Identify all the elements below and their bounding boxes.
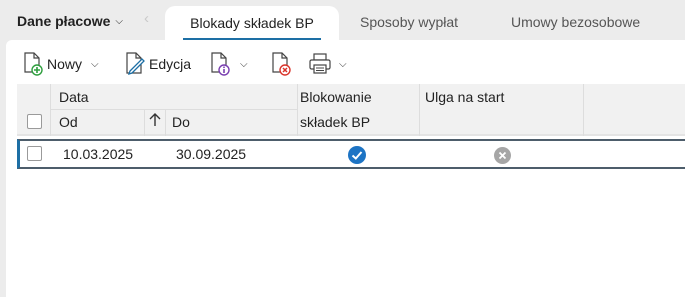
- edit-button[interactable]: Edycja: [124, 52, 191, 76]
- tab-sposoby-wyplat[interactable]: Sposoby wypłat: [360, 14, 458, 30]
- delete-document-icon: [270, 52, 292, 76]
- tab-label: Blokady składek BP: [190, 15, 314, 31]
- tab-blokady-skladek[interactable]: Blokady składek BP: [165, 6, 339, 40]
- header-divider: [50, 109, 297, 110]
- sort-arrow-up-icon[interactable]: [148, 112, 162, 131]
- chevron-down-icon: ⌵: [115, 15, 123, 27]
- document-info-icon: [209, 52, 231, 76]
- select-all-checkbox[interactable]: [27, 114, 42, 129]
- edit-button-label: Edycja: [149, 56, 192, 72]
- header-col-blokowanie[interactable]: Blokowanie: [300, 89, 372, 105]
- column-divider: [297, 84, 298, 136]
- column-divider: [144, 110, 145, 136]
- dropdown-label: Dane płacowe: [17, 13, 111, 29]
- tab-umowy-bezosobowe[interactable]: Umowy bezosobowe: [511, 14, 640, 30]
- delete-button[interactable]: [270, 52, 292, 76]
- row-checkbox[interactable]: [27, 146, 42, 161]
- column-divider: [583, 84, 584, 136]
- toolbar: Nowy ⌵ Edycja ⌵ ⌵: [6, 40, 685, 84]
- cell-do: 30.09.2025: [176, 146, 247, 162]
- dane-placowe-dropdown[interactable]: Dane płacowe ⌵: [17, 13, 123, 29]
- tab-bar: Dane płacowe ⌵ ‹ Blokady składek BP Spos…: [0, 0, 685, 40]
- data-grid: Data Od Do Blokowanie składek BP Ulga na…: [17, 84, 685, 169]
- chevron-down-icon[interactable]: ⌵: [91, 59, 99, 70]
- column-divider: [419, 84, 420, 136]
- new-button[interactable]: Nowy ⌵: [22, 52, 99, 76]
- chevron-down-icon[interactable]: ⌵: [339, 59, 347, 70]
- details-button[interactable]: ⌵: [209, 52, 248, 76]
- header-col-do[interactable]: Do: [172, 114, 190, 130]
- new-button-label: Nowy: [47, 56, 83, 72]
- column-divider: [50, 84, 51, 136]
- table-row[interactable]: 10.03.2025 30.09.2025: [17, 139, 685, 169]
- grid-header: Data Od Do Blokowanie składek BP Ulga na…: [17, 84, 685, 136]
- header-col-blokowanie-line2[interactable]: składek BP: [300, 114, 370, 130]
- new-document-icon: [22, 52, 44, 76]
- x-circle-icon: [494, 147, 511, 164]
- header-col-ulga[interactable]: Ulga na start: [425, 89, 504, 105]
- column-divider: [165, 110, 166, 136]
- content-panel: Nowy ⌵ Edycja ⌵ ⌵ Data Od Do Blokowanie …: [6, 40, 685, 297]
- cell-od: 10.03.2025: [63, 146, 134, 162]
- chevron-down-icon[interactable]: ⌵: [240, 59, 248, 70]
- header-col-od[interactable]: Od: [59, 114, 78, 130]
- chevron-left-icon[interactable]: ‹: [144, 10, 149, 27]
- print-button[interactable]: ⌵: [308, 52, 347, 76]
- header-data-group: Data: [59, 89, 89, 105]
- edit-document-icon: [124, 52, 146, 76]
- check-circle-icon: [348, 146, 366, 164]
- printer-icon: [308, 52, 332, 76]
